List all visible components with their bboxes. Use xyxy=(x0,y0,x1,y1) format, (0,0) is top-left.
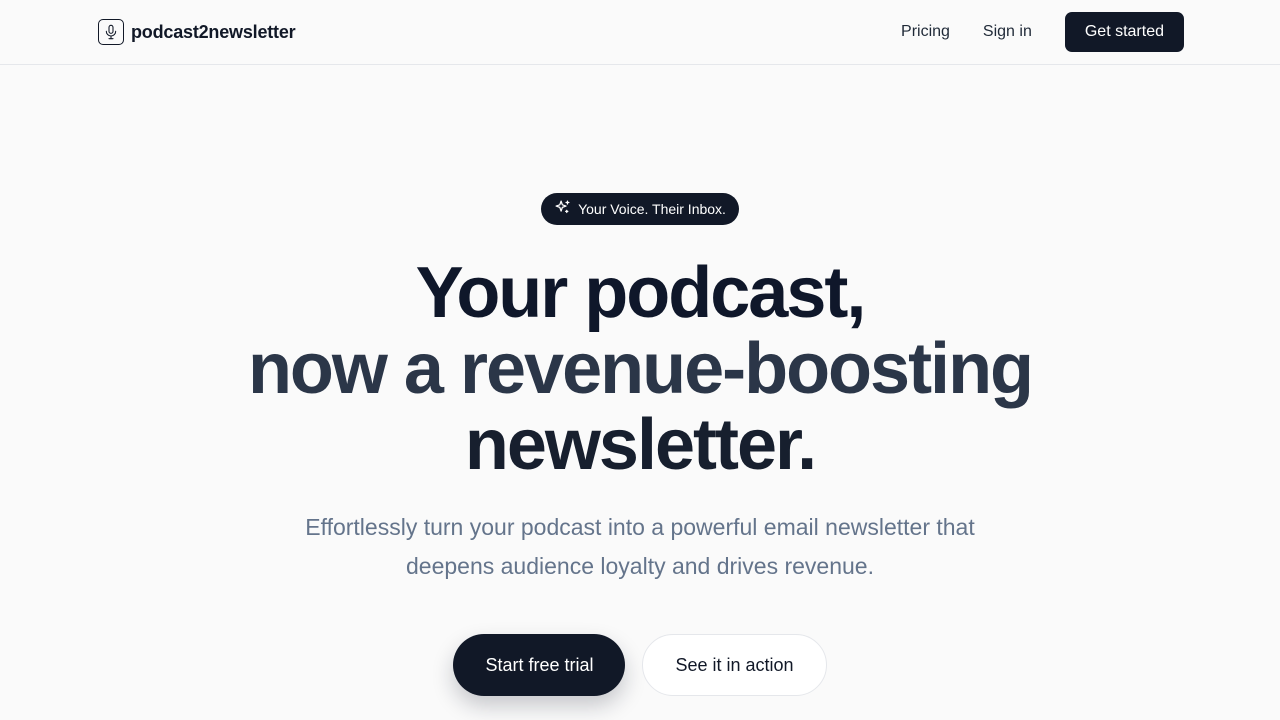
headline-line-2: now a revenue-boosting xyxy=(247,329,1034,409)
brand-name: podcast2newsletter xyxy=(131,21,296,42)
main-nav: Pricing Sign in Get started xyxy=(901,12,1184,52)
hero-subtitle: Effortlessly turn your podcast into a po… xyxy=(0,508,1280,586)
cta-group: Start free trial See it in action xyxy=(0,634,1280,696)
hero-headline: Your podcast, now a revenue-boosting new… xyxy=(0,255,1280,483)
sparkles-icon xyxy=(554,199,571,219)
microphone-icon xyxy=(98,19,124,45)
badge-text: Your Voice. Their Inbox. xyxy=(578,201,726,217)
tagline-badge: Your Voice. Their Inbox. xyxy=(541,193,739,225)
subtitle-line-2: deepens audience loyalty and drives reve… xyxy=(406,553,874,579)
get-started-button[interactable]: Get started xyxy=(1064,12,1184,52)
hero-section: Your podcast, now a revenue-boosting new… xyxy=(0,255,1280,483)
nav-sign-in-link[interactable]: Sign in xyxy=(983,12,1032,52)
see-it-in-action-button[interactable]: See it in action xyxy=(642,634,827,696)
subtitle-line-1: Effortlessly turn your podcast into a po… xyxy=(305,514,975,540)
nav-pricing-link[interactable]: Pricing xyxy=(901,12,950,52)
headline-line-3: newsletter. xyxy=(464,405,817,485)
start-free-trial-button[interactable]: Start free trial xyxy=(453,634,626,696)
site-header: podcast2newsletter Pricing Sign in Get s… xyxy=(0,0,1280,65)
brand-logo-link[interactable]: podcast2newsletter xyxy=(98,19,296,45)
headline-line-1: Your podcast, xyxy=(415,253,867,333)
